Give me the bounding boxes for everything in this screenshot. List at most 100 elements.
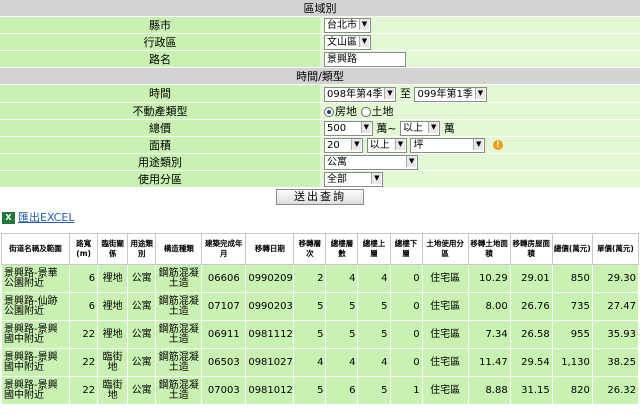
table-cell: 住宅區 (421, 292, 469, 321)
table-cell: 6 (325, 376, 359, 405)
total-price-cond-select[interactable]: 以上 ▼ (400, 121, 441, 136)
table-cell: 735 (551, 292, 593, 321)
table-cell: 22 (69, 376, 99, 405)
period-to-select[interactable]: 099年第1季 ▼ (414, 86, 487, 102)
table-cell: 6 (69, 292, 99, 321)
results-table: 街道名稱及範圍 路寬(m) 臨街關係 用途類別 構造種類 建築完成年月 移轉日期… (0, 233, 640, 405)
table-cell: 鋼筋混凝土造 (155, 348, 203, 377)
table-cell: 29.30 (591, 264, 640, 293)
table-cell: 38.25 (591, 348, 640, 377)
chevron-down-icon: ▼ (360, 122, 371, 133)
table-cell: 0990203 (245, 292, 295, 321)
table-cell: 景興路-景興國中附近 (0, 320, 71, 349)
table-cell: 8.00 (467, 292, 511, 321)
col-header: 構造種類 (155, 233, 203, 265)
table-cell: 27.47 (591, 292, 640, 321)
usage-select[interactable]: 公寓 ▼ (324, 154, 419, 170)
table-cell: 裡地 (97, 320, 129, 349)
search-form: 區域別 縣市 台北市 ▼ 行政區 文山區 ▼ 路名 景興路 時間/類型 時間 098… (0, 0, 640, 207)
table-cell: 06503 (201, 348, 247, 377)
table-cell: 07003 (201, 376, 247, 405)
road-input[interactable]: 景興路 (324, 51, 406, 67)
table-cell: 26.32 (591, 376, 640, 405)
table-cell: 臨街地 (97, 348, 129, 377)
radio-building-land[interactable] (324, 106, 334, 117)
table-cell: 0990209 (245, 264, 295, 293)
warning-icon[interactable]: ! (492, 140, 503, 150)
table-cell: 景興路-仙跡公園附近 (0, 292, 71, 321)
col-header: 總樓層數 (325, 233, 359, 265)
table-cell: 5 (293, 376, 327, 405)
query-button[interactable]: 送出查詢 (276, 189, 364, 205)
table-cell: 0 (389, 348, 423, 377)
table-cell: 2 (293, 264, 327, 293)
table-row: 景興路-景興國中附近 22 臨街地 公寓 鋼筋混凝土造 07003 0981012 5 6 5 1 住… (0, 376, 640, 405)
table-cell: 4 (325, 348, 359, 377)
total-price-unit1: 萬~ (376, 121, 397, 135)
area-cond-select[interactable]: 以上 ▼ (366, 137, 407, 153)
table-cell: 臨街地 (97, 376, 129, 405)
table-cell: 10.29 (467, 264, 511, 293)
col-header: 移轉土地面積 (467, 233, 511, 265)
district-select-value: 文山區 (327, 36, 357, 48)
table-cell: 4 (325, 264, 359, 293)
table-cell: 1,130 (551, 348, 593, 377)
chevron-down-icon: ▼ (384, 87, 395, 99)
district-label: 行政區 (0, 33, 320, 51)
table-cell: 31.15 (509, 376, 553, 405)
table-cell: 0981012 (245, 376, 295, 405)
table-cell: 景興路-景華公園附近 (0, 264, 71, 293)
col-header: 街道名稱及範圍 (0, 233, 71, 265)
table-cell: 955 (551, 320, 593, 349)
table-cell: 0 (389, 292, 423, 321)
table-cell: 公寓 (127, 320, 157, 349)
radio-land[interactable] (360, 106, 371, 117)
district-select[interactable]: 文山區 ▼ (324, 34, 371, 50)
zoning-select[interactable]: 全部 ▼ (324, 171, 384, 187)
chevron-down-icon: ▼ (359, 35, 369, 47)
area-value: 20 (327, 139, 340, 151)
table-cell: 5 (293, 292, 327, 321)
table-cell: 7.34 (467, 320, 511, 349)
chevron-down-icon: ▼ (394, 138, 405, 150)
table-cell: 4 (357, 348, 391, 377)
chevron-down-icon: ▼ (474, 87, 485, 99)
table-cell: 11.47 (467, 348, 511, 377)
table-row: 景興路-景興國中附近 22 臨街地 公寓 鋼筋混凝土造 06503 0981027 4 4 4 0 住… (0, 348, 640, 377)
city-select[interactable]: 台北市 ▼ (324, 17, 371, 33)
table-cell: 裡地 (97, 292, 129, 321)
chevron-down-icon: ▼ (351, 138, 362, 150)
table-cell: 鋼筋混凝土造 (155, 292, 203, 321)
table-cell: 鋼筋混凝土造 (155, 376, 203, 405)
total-price-label: 總價 (0, 119, 320, 137)
table-cell: 4 (293, 348, 327, 377)
period-to-word: 至 (399, 87, 411, 100)
table-cell: 住宅區 (421, 264, 469, 293)
table-cell: 06911 (201, 320, 247, 349)
col-header: 臨街關係 (97, 233, 129, 265)
table-cell: 4 (357, 264, 391, 293)
table-cell: 鋼筋混凝土造 (155, 264, 203, 293)
excel-icon[interactable]: X (2, 212, 15, 224)
table-cell: 公寓 (127, 348, 157, 377)
table-cell: 5 (357, 376, 391, 405)
chevron-down-icon: ▼ (359, 18, 369, 30)
col-header: 總樓上層 (357, 233, 391, 265)
col-header: 用途類別 (127, 233, 157, 265)
table-cell: 5 (357, 320, 391, 349)
area-select[interactable]: 20 ▼ (324, 137, 364, 153)
total-price-select[interactable]: 500 ▼ (324, 121, 373, 136)
table-cell: 裡地 (97, 264, 129, 293)
property-type-label: 不動產類型 (0, 102, 320, 120)
table-cell: 公寓 (127, 292, 157, 321)
export-excel: X 匯出EXCEL (0, 207, 640, 229)
col-header: 建築完成年月 (201, 233, 247, 265)
table-cell: 850 (551, 264, 593, 293)
period-label: 時間 (0, 84, 320, 103)
period-from-select[interactable]: 098年第4季 ▼ (324, 86, 397, 102)
export-excel-link[interactable]: 匯出EXCEL (18, 211, 74, 224)
total-price-value: 500 (327, 123, 347, 134)
table-cell: 22 (69, 320, 99, 349)
area-unit-select[interactable]: 坪 ▼ (410, 137, 486, 153)
radio-building-land-label: 房地 (335, 104, 357, 118)
